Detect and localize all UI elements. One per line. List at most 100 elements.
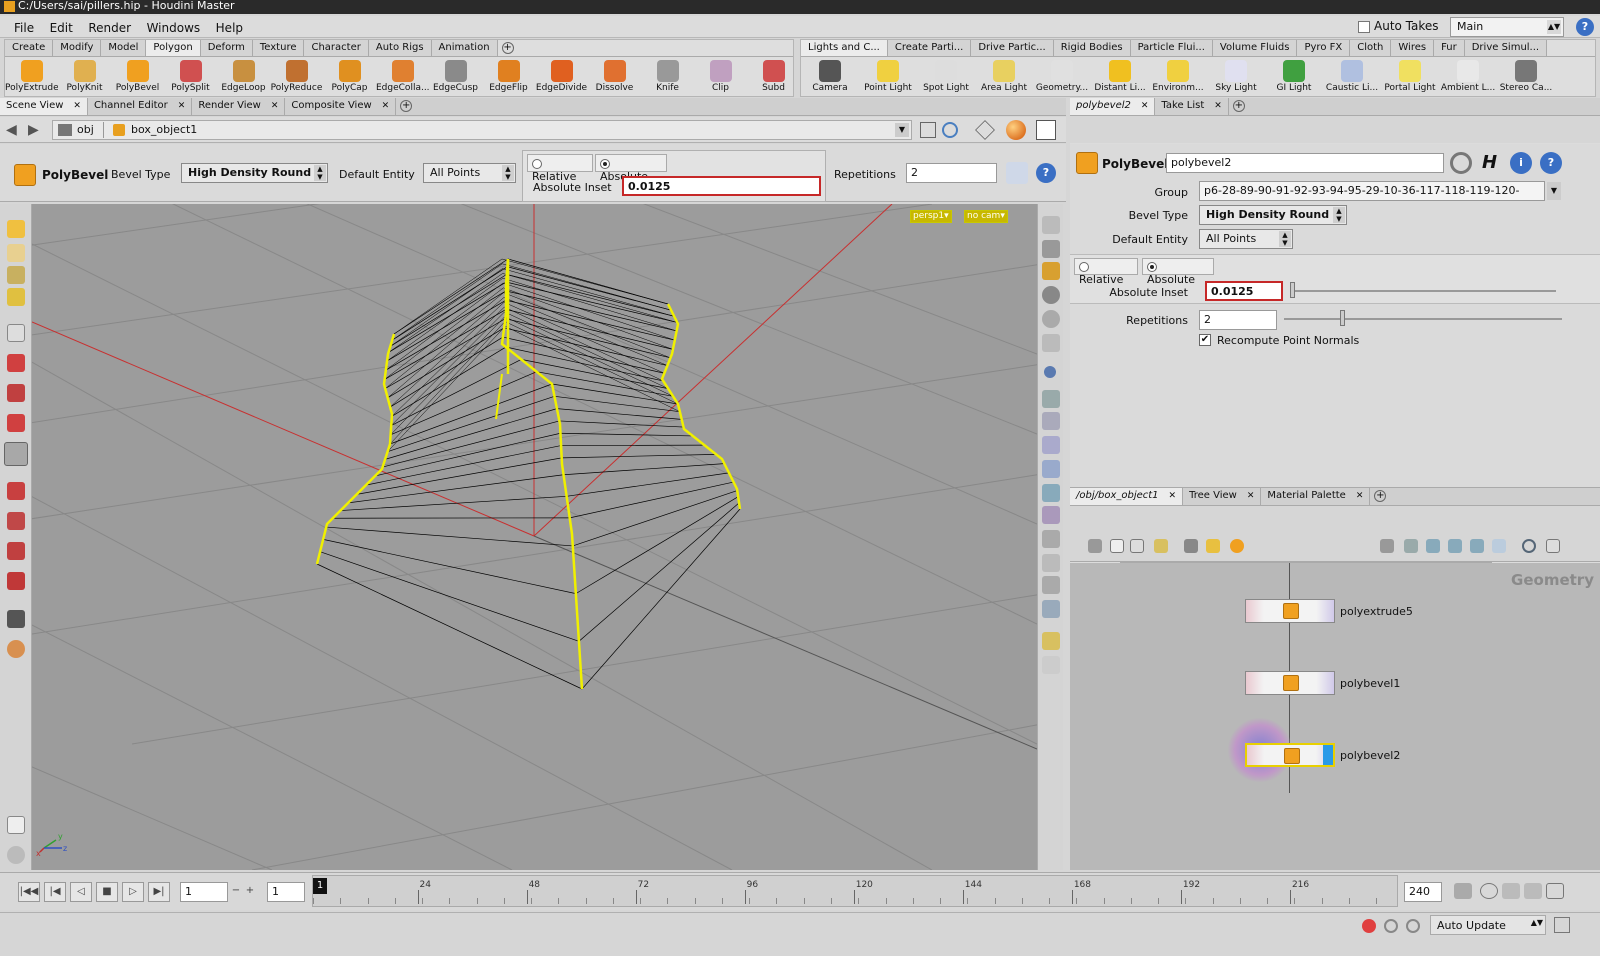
move-icon[interactable] <box>7 354 25 372</box>
vector-icon[interactable] <box>1042 530 1060 548</box>
display-icon[interactable] <box>1184 539 1198 553</box>
shelf-tab-auto-rigs[interactable]: Auto Rigs <box>368 40 432 56</box>
home-icon[interactable] <box>1546 539 1560 553</box>
forward-arrow-icon[interactable]: ▶ <box>28 122 39 138</box>
lights-tool-2[interactable]: Spot Light <box>917 60 975 94</box>
shelf-tab-right-6[interactable]: Pyro FX <box>1297 40 1351 56</box>
tree-icon[interactable] <box>1448 539 1462 553</box>
shelf-tab-right-2[interactable]: Drive Partic... <box>971 40 1054 56</box>
shelf-tab-texture[interactable]: Texture <box>252 40 305 56</box>
keys-icon[interactable] <box>1524 883 1542 899</box>
lights-tool-6[interactable]: Environm... <box>1149 60 1207 94</box>
polygon-tool-14[interactable]: Subd <box>747 60 793 94</box>
lights-tool-5[interactable]: Distant Li... <box>1091 60 1149 94</box>
menu-help[interactable]: Help <box>210 18 249 38</box>
wireframe-shading-icon[interactable] <box>975 120 995 140</box>
lights-tool-8[interactable]: GI Light <box>1265 60 1323 94</box>
shelf-tab-polygon[interactable]: Polygon <box>146 40 201 56</box>
shaded-mode-icon[interactable] <box>1006 120 1026 140</box>
close-icon[interactable]: ✕ <box>1356 491 1364 501</box>
tab-render-view[interactable]: Render View ✕ <box>192 98 286 115</box>
close-icon[interactable]: ✕ <box>1169 491 1177 501</box>
shelf-tab-right-4[interactable]: Particle Flui... <box>1130 40 1213 56</box>
add-shelf-tab-icon[interactable]: + <box>501 42 514 54</box>
take-selector[interactable]: Main ▲▼ <box>1450 17 1564 37</box>
absolute-inset-slider[interactable] <box>1290 290 1556 292</box>
back-arrow-icon[interactable]: ◀ <box>6 122 17 138</box>
close-icon[interactable]: ✕ <box>1247 491 1255 501</box>
profile-icon[interactable] <box>1042 576 1060 594</box>
shelf-tab-right-0[interactable]: Lights and C... <box>801 40 888 56</box>
play-reverse-icon[interactable]: ◁ <box>70 882 92 902</box>
point-display-icon[interactable] <box>1044 366 1056 378</box>
refresh-icon[interactable] <box>1406 919 1420 933</box>
tab-composite-view[interactable]: Composite View ✕ <box>285 98 397 115</box>
display-flag[interactable] <box>1323 745 1333 765</box>
shelf-tab-create[interactable]: Create <box>5 40 54 56</box>
help-icon[interactable]: ? <box>1576 18 1594 36</box>
camera-tool-icon[interactable] <box>7 610 25 628</box>
tab-scene-view[interactable]: Scene View ✕ <box>0 98 88 115</box>
repetitions-slider[interactable] <box>1284 318 1562 320</box>
step-forward-icon[interactable]: ▶| <box>148 882 170 902</box>
audio-icon[interactable] <box>1454 883 1472 899</box>
polygon-tool-7[interactable]: EdgeColla... <box>376 60 429 94</box>
text-display-icon[interactable] <box>1042 554 1060 572</box>
render-region-icon[interactable] <box>7 640 25 658</box>
shelf-tab-model[interactable]: Model <box>101 40 147 56</box>
object-select-icon[interactable] <box>7 244 25 262</box>
stop-render-icon[interactable] <box>1362 919 1376 933</box>
tab-material-palette[interactable]: Material Palette ✕ <box>1261 488 1371 505</box>
polygon-tool-1[interactable]: PolyKnit <box>58 60 111 94</box>
expand-icon[interactable] <box>1554 917 1570 933</box>
prim-numbers-icon[interactable] <box>1042 460 1060 478</box>
shelf-tab-right-8[interactable]: Wires <box>1391 40 1435 56</box>
polygon-tool-10[interactable]: EdgeDivide <box>535 60 588 94</box>
lights-tool-11[interactable]: Ambient L... <box>1439 60 1497 94</box>
close-icon[interactable]: ✕ <box>178 101 186 111</box>
handle-options-icon[interactable] <box>1006 162 1028 184</box>
shelf-tab-right-5[interactable]: Volume Fluids <box>1212 40 1298 56</box>
shelf-tab-animation[interactable]: Animation <box>431 40 498 56</box>
tab-channel-editor[interactable]: Channel Editor ✕ <box>87 98 193 115</box>
link-icon[interactable] <box>942 122 958 138</box>
node-name-field[interactable]: polybevel2 <box>1166 153 1444 173</box>
tab-network[interactable]: /obj/box_object1 ✕ <box>1070 488 1184 505</box>
chevron-down-icon[interactable]: ▼ <box>895 123 909 137</box>
step-field[interactable]: 1 <box>267 882 305 902</box>
absolute-inset-field[interactable]: 0.0125 <box>1205 281 1283 301</box>
shading-icon[interactable] <box>1042 310 1060 328</box>
recompute-normals-checkbox[interactable]: ✔ <box>1199 334 1211 346</box>
polygon-tool-9[interactable]: EdgeFlip <box>482 60 535 94</box>
auto-takes-toggle[interactable]: Auto Takes <box>1358 19 1439 33</box>
prim-normals-icon[interactable] <box>1042 436 1060 454</box>
rotate-icon[interactable] <box>7 384 25 402</box>
tab-tree-view[interactable]: Tree View ✕ <box>1183 488 1262 505</box>
shelf-tab-right-1[interactable]: Create Parti... <box>887 40 972 56</box>
lights-tool-3[interactable]: Area Light <box>975 60 1033 94</box>
menu-windows[interactable]: Windows <box>141 18 207 38</box>
scene-viewport[interactable]: persp1▾ no cam▾ x y z <box>32 204 1037 870</box>
bevel-type-select[interactable]: High Density Round ▲ ▼ <box>1199 205 1347 225</box>
zoom-icon[interactable] <box>1522 539 1536 553</box>
add-tab-icon[interactable]: + <box>400 100 413 112</box>
auto-takes-checkbox[interactable] <box>1358 20 1370 33</box>
close-icon[interactable]: ✕ <box>382 101 390 111</box>
increment-icon[interactable]: + <box>244 882 256 902</box>
camera-persp-menu[interactable]: persp1▾ <box>910 210 952 223</box>
default-entity-select[interactable]: All Points ▲ ▼ <box>1199 229 1293 249</box>
visibility-icon[interactable] <box>1042 334 1060 352</box>
polygon-tool-6[interactable]: PolyCap <box>323 60 376 94</box>
pin-icon[interactable] <box>920 122 936 138</box>
add-tab-icon[interactable]: + <box>1232 100 1245 112</box>
shelf-tab-right-7[interactable]: Cloth <box>1350 40 1392 56</box>
note-icon[interactable] <box>1206 539 1220 553</box>
lights-tool-12[interactable]: Stereo Ca... <box>1497 60 1555 94</box>
lights-tool-4[interactable]: Geometry... <box>1033 60 1091 94</box>
branch-icon[interactable] <box>1470 539 1484 553</box>
update-mode-select[interactable]: Auto Update ▲▼ <box>1430 915 1546 935</box>
pose-icon[interactable] <box>7 266 25 284</box>
list-mode-icon[interactable] <box>1088 539 1102 553</box>
repetitions-field[interactable]: 2 <box>906 163 997 183</box>
menu-render[interactable]: Render <box>82 18 137 38</box>
